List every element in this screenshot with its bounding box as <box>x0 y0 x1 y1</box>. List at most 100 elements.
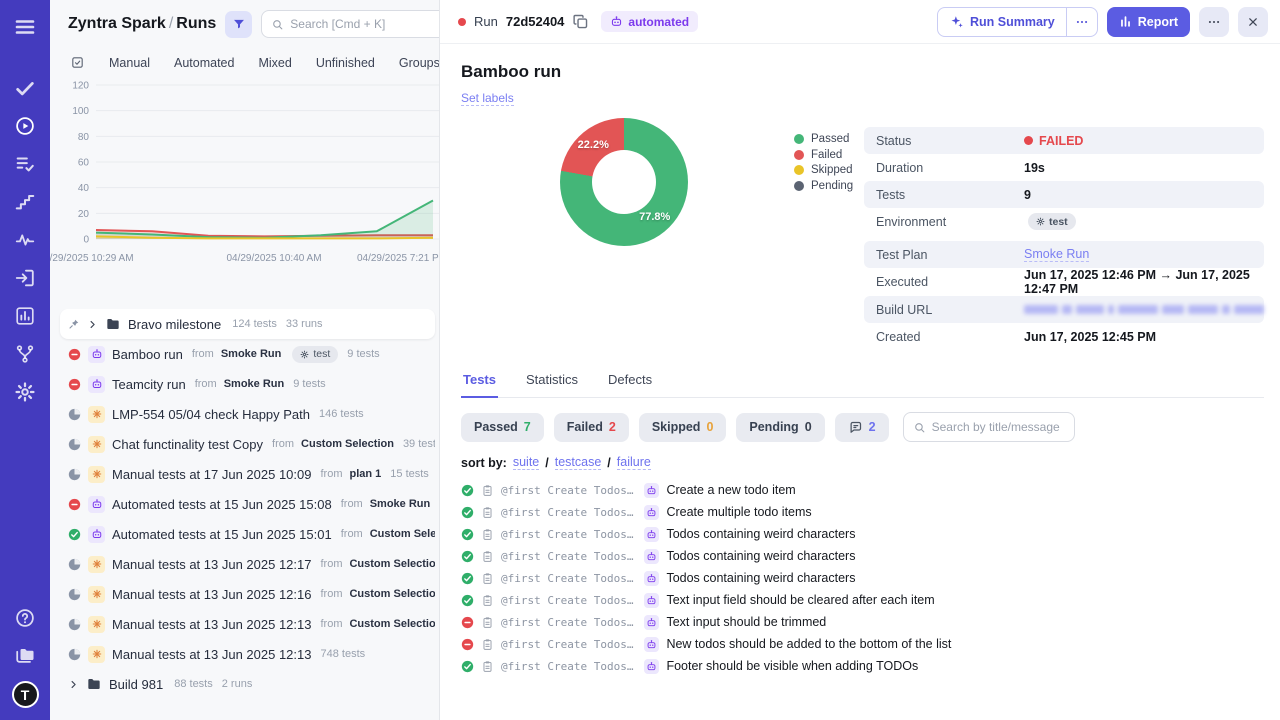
run-row[interactable]: Manual tests at 13 Jun 2025 12:17fromCus… <box>60 549 435 579</box>
sort-by-failure[interactable]: failure <box>617 455 651 470</box>
run-source: Custom Selection <box>349 588 435 600</box>
nav-runs-icon[interactable] <box>14 115 36 137</box>
status-failed-value: FAILED <box>1024 134 1083 148</box>
nav-integrations-icon[interactable] <box>14 343 36 365</box>
runs-tab-unfinished[interactable]: Unfinished <box>316 56 375 70</box>
test-row[interactable]: @first Create Todos…Create multiple todo… <box>461 501 1264 523</box>
chevron-right-icon[interactable] <box>68 679 79 690</box>
from-label: from <box>320 588 342 600</box>
nav-menu-icon[interactable] <box>13 15 37 39</box>
run-summary-more-button[interactable] <box>1066 8 1097 36</box>
filter-pill-pending[interactable]: Pending0 <box>736 413 824 442</box>
runs-tab-automated[interactable]: Automated <box>174 56 234 70</box>
runs-list: Bravo milestone 124 tests33 runs Bamboo ru… <box>50 309 439 720</box>
runs-group-row[interactable]: Bravo milestone 124 tests33 runs <box>60 309 435 339</box>
test-plan-link[interactable]: Smoke Run <box>1024 247 1089 262</box>
automated-badge[interactable]: automated <box>601 11 698 32</box>
nav-settings-icon[interactable] <box>14 381 36 403</box>
tab-tests[interactable]: Tests <box>461 367 498 398</box>
tab-defects[interactable]: Defects <box>606 367 654 397</box>
nav-reports-icon[interactable] <box>14 305 36 327</box>
asterisk-icon <box>92 589 102 599</box>
legend-dot <box>794 165 804 175</box>
run-row[interactable]: Chat functinality test CopyfromCustom Se… <box>60 429 435 459</box>
nav-import-icon[interactable] <box>14 267 36 289</box>
run-row[interactable]: Manual tests at 13 Jun 2025 12:13748 tes… <box>60 639 435 669</box>
report-button[interactable]: Report <box>1107 7 1190 37</box>
set-labels-link[interactable]: Set labels <box>461 91 514 106</box>
search-input[interactable] <box>290 17 440 31</box>
nav-test-plans-icon[interactable] <box>14 153 36 175</box>
run-name: Manual tests at 13 Jun 2025 12:16 <box>112 587 311 602</box>
clipboard-icon <box>481 572 494 585</box>
nav-milestones-icon[interactable] <box>14 191 36 213</box>
run-row[interactable]: Manual tests at 17 Jun 2025 10:09frompla… <box>60 459 435 489</box>
search-icon <box>271 18 284 31</box>
tests-search-input[interactable] <box>932 420 1065 434</box>
test-row[interactable]: @first Create Todos…Todos containing wei… <box>461 523 1264 545</box>
test-row[interactable]: @first Create Todos…Text input should be… <box>461 611 1264 633</box>
masked-build-url[interactable] <box>1024 305 1264 314</box>
group-name: Bravo milestone <box>128 317 221 332</box>
nav-help-icon[interactable] <box>14 607 36 629</box>
run-source: Custom Selection <box>370 528 435 540</box>
run-row[interactable]: Automated tests at 15 Jun 2025 15:01from… <box>60 519 435 549</box>
legend-item: Pending <box>794 180 853 192</box>
runs-tab-mixed[interactable]: Mixed <box>258 56 291 70</box>
run-status-dot <box>458 18 466 26</box>
test-row[interactable]: @first Create Todos…Todos containing wei… <box>461 545 1264 567</box>
test-row[interactable]: @first Create Todos…Todos containing wei… <box>461 567 1264 589</box>
filter-pill-comments[interactable]: 2 <box>835 413 889 442</box>
more-actions-button[interactable] <box>1199 7 1229 37</box>
run-row[interactable]: Manual tests at 13 Jun 2025 12:13fromCus… <box>60 609 435 639</box>
detail-label: Executed <box>876 275 1024 289</box>
sort-by-testcase[interactable]: testcase <box>555 455 602 470</box>
filter-pill-failed[interactable]: Failed2 <box>554 413 629 442</box>
asterisk-icon <box>92 649 102 659</box>
run-row[interactable]: LMP-554 05/04 check Happy Path146 tests <box>60 399 435 429</box>
tab-statistics[interactable]: Statistics <box>524 367 580 397</box>
nav-analytics-icon[interactable] <box>14 229 36 251</box>
test-suite-path: @first Create Todos… <box>501 550 633 563</box>
run-row[interactable]: Bamboo runfromSmoke Runtest9 tests <box>60 339 435 369</box>
test-row[interactable]: @first Create Todos…Create a new todo it… <box>461 479 1264 501</box>
run-row[interactable]: Automated tests at 15 Jun 2025 15:08from… <box>60 489 435 519</box>
clipboard-icon <box>481 594 494 607</box>
close-icon <box>1246 15 1260 29</box>
close-run-button[interactable] <box>1238 7 1268 37</box>
bar-chart-icon <box>1119 15 1132 28</box>
chevron-right-icon[interactable] <box>87 319 98 330</box>
filter-pill-passed[interactable]: Passed7 <box>461 413 544 442</box>
test-row[interactable]: @first Create Todos…Footer should be vis… <box>461 655 1264 677</box>
select-all-icon[interactable] <box>70 55 85 70</box>
run-row[interactable]: Teamcity runfromSmoke Run9 tests <box>60 369 435 399</box>
nav-tests-icon[interactable] <box>14 77 36 99</box>
run-summary-button[interactable]: Run Summary <box>938 8 1066 36</box>
filter-pill-skipped[interactable]: Skipped0 <box>639 413 727 442</box>
breadcrumb-project[interactable]: Zyntra Spark <box>68 15 166 32</box>
test-row[interactable]: @first Create Todos…New todos should be … <box>461 633 1264 655</box>
runs-tab-groups[interactable]: Groups <box>399 56 440 70</box>
sort-by-suite[interactable]: suite <box>513 455 539 470</box>
clipboard-icon <box>481 616 494 629</box>
app-logo[interactable]: T <box>12 681 39 708</box>
test-title: Create multiple todo items <box>666 505 811 519</box>
runs-tab-manual[interactable]: Manual <box>109 56 150 70</box>
automated-run-icon <box>88 526 105 543</box>
asterisk-icon <box>92 469 102 479</box>
run-row[interactable]: Manual tests at 13 Jun 2025 12:16 from Cus… <box>60 579 435 609</box>
sort-by-label: sort by: <box>461 456 507 470</box>
runs-group-row[interactable]: Build 98188 tests2 runs <box>60 669 435 699</box>
test-suite-path: @first Create Todos… <box>501 638 633 651</box>
robot-icon <box>91 528 103 540</box>
nav-rail-top <box>13 15 37 403</box>
copy-icon[interactable] <box>572 13 589 30</box>
test-row[interactable]: @first Create Todos…Text input field sho… <box>461 589 1264 611</box>
run-detail-body: Bamboo run Set labels 22.2%77.8% PassedF… <box>440 44 1280 720</box>
run-tests-count: 15 tests <box>390 468 429 480</box>
group-meta: 124 tests33 runs <box>232 318 322 330</box>
filter-button[interactable] <box>225 11 252 38</box>
detail-row: Tests9 <box>864 181 1264 208</box>
run-title: Bamboo run <box>461 62 1264 82</box>
nav-projects-icon[interactable] <box>14 644 36 666</box>
